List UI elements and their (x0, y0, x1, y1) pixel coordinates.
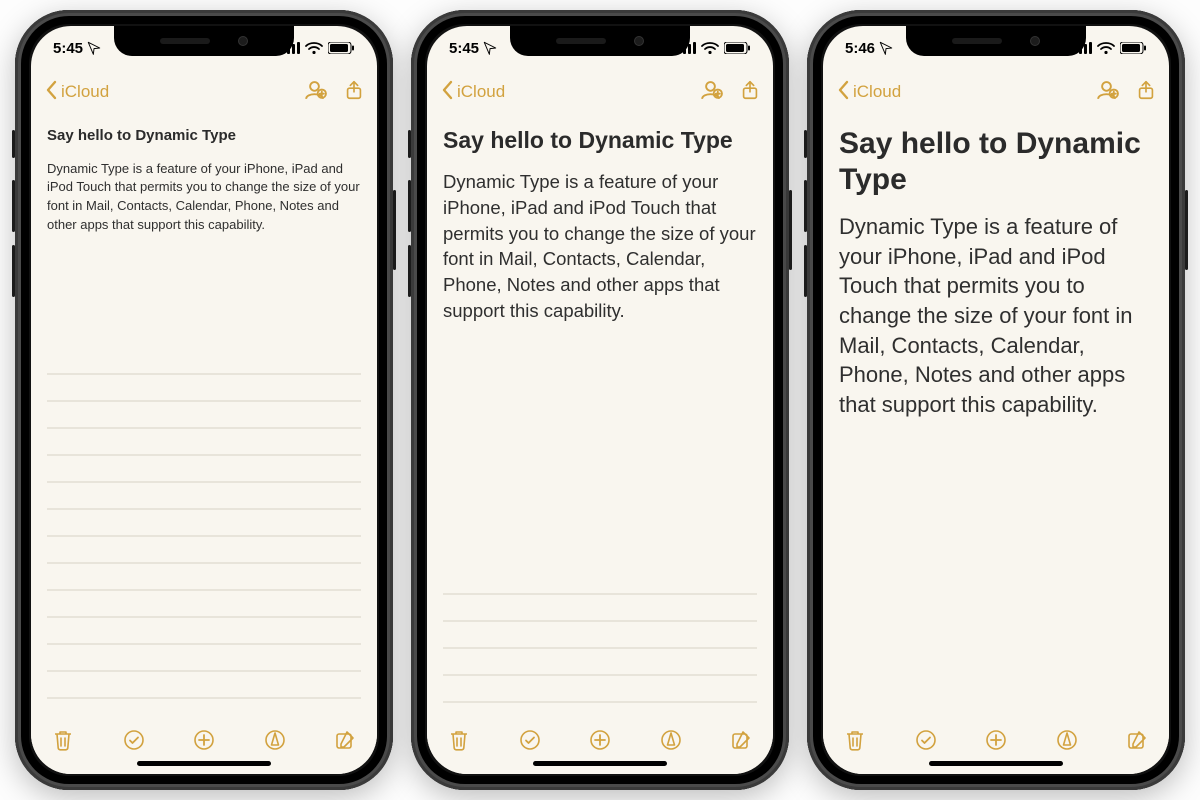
back-button[interactable]: iCloud (43, 79, 109, 106)
trash-icon[interactable] (51, 728, 75, 757)
share-icon[interactable] (739, 78, 761, 107)
status-time: 5:46 (845, 40, 875, 57)
note-paper[interactable]: Say hello to Dynamic Type Dynamic Type i… (823, 114, 1169, 716)
nav-bar: iCloud (427, 70, 773, 114)
home-indicator[interactable] (929, 761, 1063, 766)
note-body: Dynamic Type is a feature of your iPhone… (443, 169, 757, 324)
phone-1: 5:45 iCloud (15, 10, 393, 790)
notch (510, 26, 690, 56)
draw-icon[interactable] (659, 728, 683, 757)
share-icon[interactable] (1135, 78, 1157, 107)
back-label: iCloud (61, 82, 109, 102)
note-paper[interactable]: Say hello to Dynamic Type Dynamic Type i… (31, 114, 377, 716)
trash-icon[interactable] (447, 728, 471, 757)
chevron-left-icon (439, 79, 455, 106)
nav-bar: iCloud (31, 70, 377, 114)
compose-icon[interactable] (729, 728, 753, 757)
back-label: iCloud (853, 82, 901, 102)
note-title: Say hello to Dynamic Type (47, 126, 361, 146)
wifi-icon (305, 42, 323, 54)
back-label: iCloud (457, 82, 505, 102)
wifi-icon (1097, 42, 1115, 54)
phone-2: 5:45 iCloud (411, 10, 789, 790)
note-body: Dynamic Type is a feature of your iPhone… (839, 212, 1153, 420)
chevron-left-icon (835, 79, 851, 106)
trash-icon[interactable] (843, 728, 867, 757)
checklist-icon[interactable] (122, 728, 146, 757)
wifi-icon (701, 42, 719, 54)
phone-3: 5:46 iCloud (807, 10, 1185, 790)
screen: 5:45 iCloud (31, 26, 377, 774)
compose-icon[interactable] (333, 728, 357, 757)
location-icon (483, 41, 497, 55)
note-title: Say hello to Dynamic Type (443, 126, 757, 155)
share-icon[interactable] (343, 78, 365, 107)
add-icon[interactable] (984, 728, 1008, 757)
note-title: Say hello to Dynamic Type (839, 126, 1153, 198)
note-paper[interactable]: Say hello to Dynamic Type Dynamic Type i… (427, 114, 773, 716)
chevron-left-icon (43, 79, 59, 106)
home-indicator[interactable] (137, 761, 271, 766)
battery-icon (1120, 42, 1147, 54)
screen: 5:46 iCloud (823, 26, 1169, 774)
location-icon (879, 41, 893, 55)
checklist-icon[interactable] (914, 728, 938, 757)
status-time: 5:45 (449, 40, 479, 57)
notch (906, 26, 1086, 56)
battery-icon (724, 42, 751, 54)
back-button[interactable]: iCloud (835, 79, 901, 106)
collaborate-icon[interactable] (1094, 77, 1119, 107)
location-icon (87, 41, 101, 55)
battery-icon (328, 42, 355, 54)
back-button[interactable]: iCloud (439, 79, 505, 106)
compose-icon[interactable] (1125, 728, 1149, 757)
home-indicator[interactable] (533, 761, 667, 766)
note-body: Dynamic Type is a feature of your iPhone… (47, 160, 361, 235)
screen: 5:45 iCloud (427, 26, 773, 774)
draw-icon[interactable] (263, 728, 287, 757)
notch (114, 26, 294, 56)
draw-icon[interactable] (1055, 728, 1079, 757)
add-icon[interactable] (192, 728, 216, 757)
add-icon[interactable] (588, 728, 612, 757)
status-time: 5:45 (53, 40, 83, 57)
collaborate-icon[interactable] (698, 77, 723, 107)
nav-bar: iCloud (823, 70, 1169, 114)
checklist-icon[interactable] (518, 728, 542, 757)
collaborate-icon[interactable] (302, 77, 327, 107)
